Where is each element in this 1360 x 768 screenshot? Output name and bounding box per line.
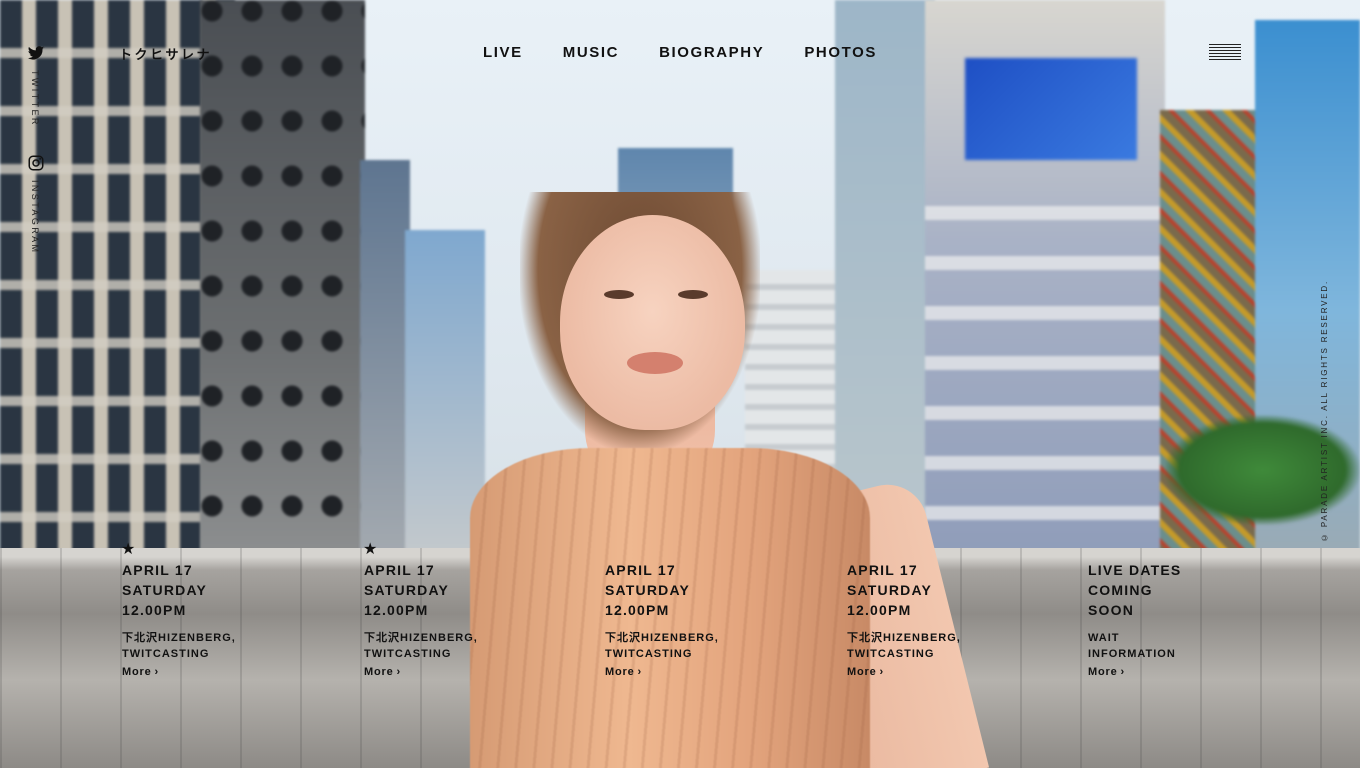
chevron-right-icon: ›: [637, 666, 642, 678]
star-icon: [1087, 540, 1268, 560]
more-label: More: [605, 666, 635, 678]
event-day: COMING: [1088, 582, 1153, 598]
live-schedule: ★ APRIL 17 SATURDAY 12.00PM 下北沢HIZENBERG…: [0, 540, 1360, 690]
event-time: 12.00PM: [122, 602, 187, 618]
site-logo[interactable]: トクヒサレナ: [119, 44, 212, 63]
star-icon: ★: [363, 541, 378, 558]
twitter-label: TWITTER: [30, 70, 40, 127]
event-item: ★ APRIL 17 SATURDAY 12.00PM 下北沢HIZENBERG…: [363, 540, 544, 680]
event-day: SATURDAY: [605, 582, 691, 598]
event-item: APRIL 17 SATURDAY 12.00PM 下北沢HIZENBERG, …: [605, 540, 785, 680]
more-link[interactable]: More ›: [1088, 666, 1125, 678]
event-date: APRIL 17: [122, 562, 193, 578]
event-venue: 下北沢HIZENBERG, TWITCASTING: [605, 630, 785, 662]
event-venue-line1: 下北沢HIZENBERG,: [605, 632, 719, 644]
event-venue-line2: TWITCASTING: [847, 648, 935, 660]
event-venue: WAIT INFORMATION: [1088, 630, 1268, 662]
nav-live[interactable]: LIVE: [483, 44, 523, 61]
event-venue-line1: 下北沢HIZENBERG,: [847, 632, 961, 644]
event-time: 12.00PM: [364, 602, 429, 618]
event-day: SATURDAY: [122, 582, 208, 598]
more-label: More: [1088, 666, 1118, 678]
chevron-right-icon: ›: [154, 666, 159, 678]
event-day: SATURDAY: [364, 582, 450, 598]
lips: [627, 352, 683, 374]
twitter-icon: [27, 46, 45, 60]
star-icon: ★: [121, 541, 136, 558]
star-icon: [604, 540, 785, 560]
instagram-icon: [28, 155, 44, 171]
event-day: SATURDAY: [847, 582, 933, 598]
more-link[interactable]: More ›: [122, 666, 159, 678]
event-venue-line1: 下北沢HIZENBERG,: [364, 632, 478, 644]
event-date: APRIL 17: [605, 562, 676, 578]
chevron-right-icon: ›: [396, 666, 401, 678]
event-venue-line2: TWITCASTING: [364, 648, 452, 660]
instagram-label: INSTAGRAM: [30, 179, 40, 255]
more-label: More: [122, 666, 152, 678]
event-item: LIVE DATES COMING SOON WAIT INFORMATION …: [1088, 540, 1268, 680]
nav-photos[interactable]: PHOTOS: [804, 44, 877, 61]
chevron-right-icon: ›: [1120, 666, 1125, 678]
event-date: APRIL 17: [847, 562, 918, 578]
event-venue-line2: TWITCASTING: [605, 648, 693, 660]
event-time: 12.00PM: [605, 602, 670, 618]
nav-biography[interactable]: BIOGRAPHY: [659, 44, 764, 61]
event-venue-line2: TWITCASTING: [122, 648, 210, 660]
event-item: ★ APRIL 17 SATURDAY 12.00PM 下北沢HIZENBERG…: [121, 540, 302, 680]
hamburger-icon[interactable]: [1209, 44, 1241, 62]
social-links: TWITTER INSTAGRAM: [26, 44, 46, 259]
event-date: APRIL 17: [364, 562, 435, 578]
more-label: More: [364, 666, 394, 678]
event-time: 12.00PM: [847, 602, 912, 618]
nav-music[interactable]: MUSIC: [563, 44, 619, 61]
more-link[interactable]: More ›: [605, 666, 642, 678]
more-link[interactable]: More ›: [364, 666, 401, 678]
event-date: LIVE DATES: [1088, 562, 1182, 578]
event-venue: 下北沢HIZENBERG, TWITCASTING: [847, 630, 1027, 662]
eye: [604, 290, 634, 299]
event-item: APRIL 17 SATURDAY 12.00PM 下北沢HIZENBERG, …: [847, 540, 1027, 680]
event-venue: 下北沢HIZENBERG, TWITCASTING: [364, 630, 544, 662]
event-venue: 下北沢HIZENBERG, TWITCASTING: [122, 630, 302, 662]
more-link[interactable]: More ›: [847, 666, 884, 678]
twitter-link[interactable]: TWITTER: [26, 44, 46, 131]
event-time: SOON: [1088, 602, 1135, 618]
more-label: More: [847, 666, 877, 678]
face: [560, 215, 745, 430]
event-venue-line2: INFORMATION: [1088, 648, 1176, 660]
star-icon: [846, 540, 1027, 560]
eye: [678, 290, 708, 299]
chevron-right-icon: ›: [879, 666, 884, 678]
instagram-link[interactable]: INSTAGRAM: [26, 154, 46, 259]
event-venue-line1: 下北沢HIZENBERG,: [122, 632, 236, 644]
copyright-text: © PARADE ARTIST INC. ALL RIGHTS RESERVED…: [1320, 280, 1329, 542]
event-venue-line1: WAIT: [1088, 632, 1120, 644]
